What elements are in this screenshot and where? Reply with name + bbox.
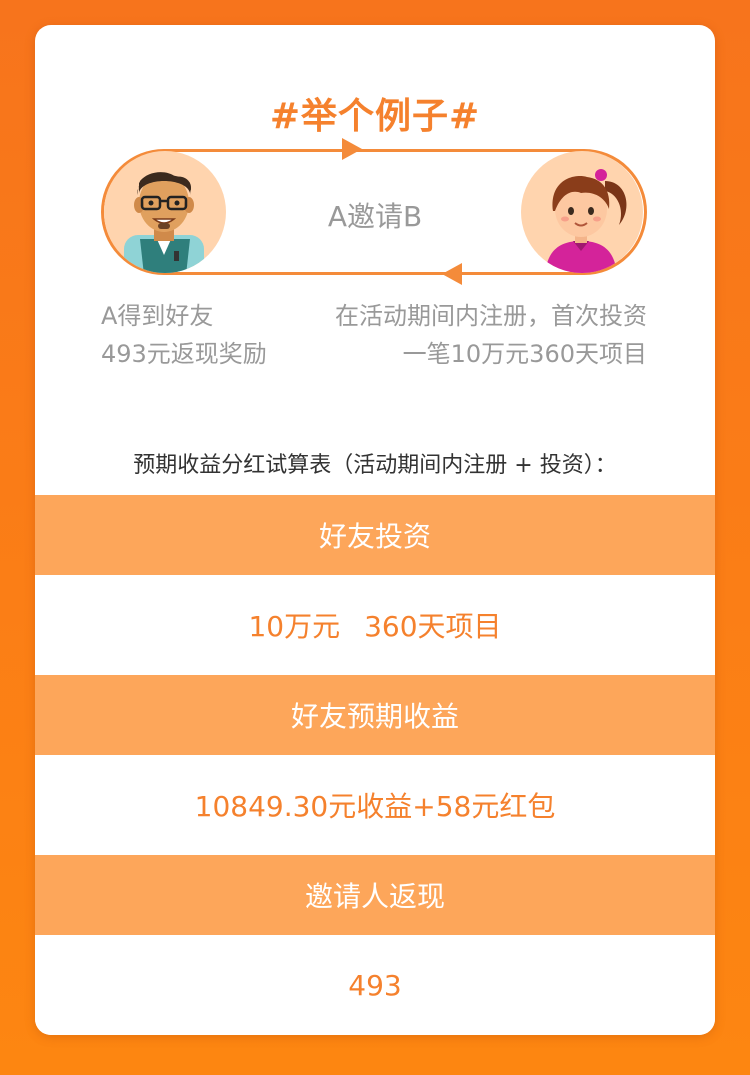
table-caption: 预期收益分红试算表（活动期间内注册 + 投资）： [133,453,617,478]
investment-amount: 10万元 [248,610,341,643]
inviter-reward-line-1: A得到好友 [101,302,214,330]
inviter-reward-desc: A得到好友 493元返现奖励 [101,297,267,373]
row-value-friend-investment: 10万元 360天项目 [35,575,715,675]
invitee-condition-line-2: 一笔10万元360天项目 [402,340,647,368]
investment-term: 360天项目 [364,610,502,643]
row-header-friend-investment: 好友投资 [35,495,715,575]
arrow-left-icon [442,263,462,285]
arrow-right-icon [342,138,362,160]
row-value-inviter-cashback: 493 [35,935,715,1035]
row-header-friend-expected-return: 好友预期收益 [35,675,715,755]
row-value-friend-expected-return: 10849.30元收益+58元红包 [35,755,715,855]
page-title: #举个例子# [269,96,481,137]
invitee-condition-line-1: 在活动期间内注册，首次投资 [335,302,647,330]
invitee-condition-desc: 在活动期间内注册，首次投资 一笔10万元360天项目 [335,297,647,373]
invite-label: A邀请B [327,200,423,233]
calc-table: 好友投资 10万元 360天项目 好友预期收益 10849.30元收益+58元红… [35,495,715,1035]
inviter-reward-line-2: 493元返现奖励 [101,340,267,368]
example-card: #举个例子# A邀请B A得到好友 493元返现奖励 在活动期间内注册，首次投资… [35,25,715,1035]
row-header-inviter-cashback: 邀请人返现 [35,855,715,935]
